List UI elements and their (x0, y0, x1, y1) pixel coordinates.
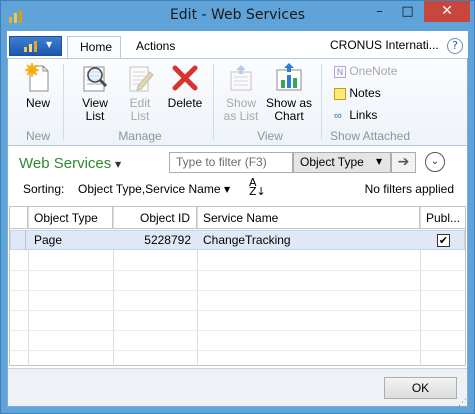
cell-service-name[interactable]: ChangeTracking (197, 230, 420, 250)
tab-actions[interactable]: Actions (124, 36, 188, 58)
row-divider (10, 310, 465, 311)
edit-list-icon (129, 66, 154, 92)
row-divider (10, 270, 465, 271)
row-selector[interactable] (10, 230, 26, 250)
sorting-select[interactable]: Object Type,Service Name (78, 182, 221, 196)
group-separator (63, 64, 64, 140)
sort-ascending-icon[interactable]: A Z↓ (249, 177, 271, 197)
new-document-icon (25, 63, 49, 92)
close-button[interactable]: ✕ (424, 1, 470, 22)
ok-button[interactable]: OK (384, 377, 457, 399)
view-list-icon (83, 66, 108, 92)
expand-chevron-icon[interactable]: ⌄ (425, 152, 445, 172)
row-divider (10, 350, 465, 351)
cell-object-type[interactable]: Page (28, 230, 113, 250)
view-list-button[interactable]: View List (75, 62, 115, 123)
column-header-service-name[interactable]: Service Name (197, 207, 420, 229)
new-button[interactable]: New (20, 62, 56, 110)
show-as-list-button[interactable]: Show as List (220, 62, 262, 123)
onenote-button[interactable]: N OneNote (334, 62, 414, 80)
links-label: Links (349, 108, 378, 122)
chevron-down-icon: ▼ (224, 185, 231, 194)
column-header-object-type[interactable]: Object Type (28, 207, 113, 229)
sorting-label: Sorting: (23, 182, 65, 196)
show-as-chart-icon (276, 63, 302, 91)
onenote-icon: N (334, 65, 346, 78)
chevron-down-icon: ▼ (46, 40, 53, 49)
delete-button-label: Delete (167, 96, 203, 110)
notes-icon (334, 87, 346, 100)
edit-list-label-line2: List (130, 109, 150, 123)
delete-button[interactable]: Delete (165, 62, 205, 110)
filter-status-text: No filters applied (364, 182, 454, 196)
show-as-chart-label-line2: Chart (274, 109, 304, 123)
published-checkbox[interactable]: ✔ (437, 234, 450, 247)
tab-home[interactable]: Home (67, 36, 121, 58)
new-group-label: New (25, 129, 50, 143)
column-header-object-id[interactable]: Object ID (113, 207, 197, 229)
manage-group-label: Manage (118, 129, 162, 143)
chevron-down-icon: ▼ (376, 157, 383, 166)
dynamics-logo-icon (24, 41, 37, 52)
row-divider (10, 330, 465, 331)
filter-input[interactable]: Type to filter (F3) (169, 152, 293, 173)
notes-button[interactable]: Notes (334, 84, 414, 102)
notes-label: Notes (349, 86, 381, 100)
show-as-list-label-line2: as List (223, 109, 259, 123)
column-header-published[interactable]: Publ... (420, 207, 465, 229)
edit-list-button[interactable]: Edit List (120, 62, 160, 123)
chevron-down-icon[interactable]: ▼ (115, 160, 121, 169)
resize-grip-icon[interactable]: ⋰ (458, 398, 467, 408)
new-button-label: New (25, 96, 50, 110)
delete-x-icon (172, 65, 198, 91)
onenote-label: OneNote (349, 64, 398, 78)
cell-object-id[interactable]: 5228792 (113, 230, 197, 250)
row-selector-header (10, 207, 28, 229)
view-group-label: View (257, 129, 283, 143)
help-icon[interactable]: ? (447, 38, 463, 54)
minimize-button[interactable]: – (366, 1, 393, 22)
group-separator (321, 64, 322, 140)
links-button[interactable]: ∞ Links (334, 106, 414, 124)
maximize-button[interactable]: □ (394, 1, 421, 22)
apply-filter-arrow-icon[interactable]: ➔ (391, 152, 416, 173)
show-as-list-icon (230, 65, 252, 91)
group-separator (213, 64, 214, 140)
view-list-label-line2: List (85, 109, 105, 123)
row-divider (10, 290, 465, 291)
company-name[interactable]: CRONUS Internati... (330, 38, 439, 52)
link-chain-icon: ∞ (334, 109, 342, 122)
show-attached-group-label: Show Attached (329, 129, 411, 143)
show-as-chart-button[interactable]: Show as Chart (264, 62, 314, 123)
page-title: Web Services (19, 155, 112, 172)
